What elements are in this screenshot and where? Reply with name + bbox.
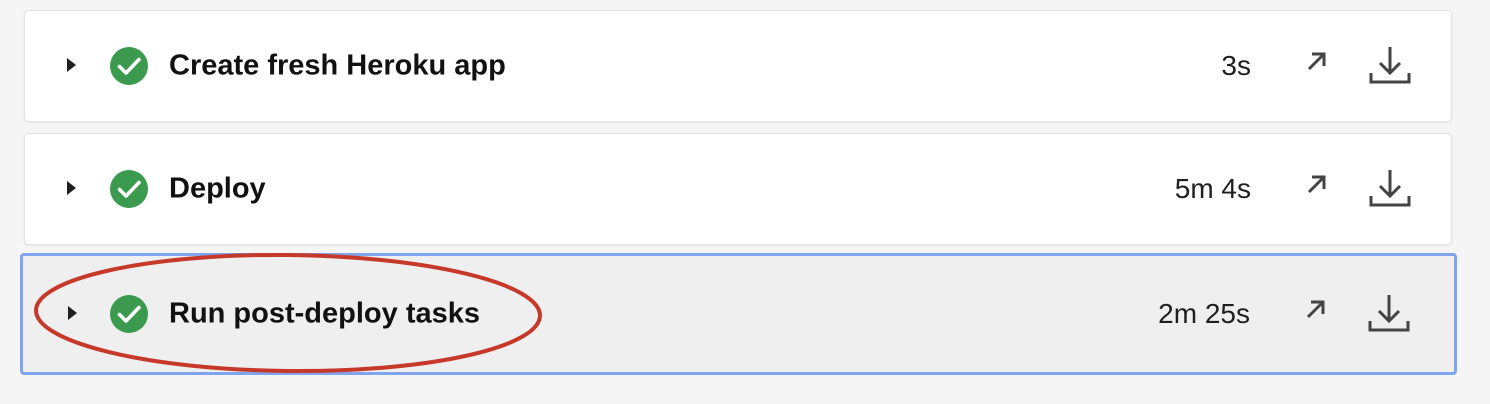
check-circle-icon bbox=[110, 170, 148, 208]
step-create-fresh-heroku-app[interactable]: Create fresh Heroku app 3s bbox=[24, 10, 1452, 122]
download-icon[interactable] bbox=[1366, 291, 1412, 337]
caret-right-icon[interactable] bbox=[67, 181, 76, 195]
step-deploy[interactable]: Deploy 5m 4s bbox=[24, 133, 1452, 245]
step-title: Create fresh Heroku app bbox=[169, 49, 506, 82]
caret-right-icon[interactable] bbox=[67, 58, 76, 72]
download-icon[interactable] bbox=[1367, 166, 1413, 212]
step-duration: 5m 4s bbox=[1174, 173, 1251, 204]
check-circle-icon bbox=[110, 295, 148, 333]
step-duration: 3s bbox=[1221, 50, 1251, 81]
arrow-up-right-icon[interactable] bbox=[1305, 174, 1327, 196]
step-title: Run post-deploy tasks bbox=[169, 297, 480, 330]
download-icon[interactable] bbox=[1367, 43, 1413, 89]
check-circle-icon bbox=[110, 47, 148, 85]
step-duration: 2m 25s bbox=[1158, 298, 1250, 329]
step-title: Deploy bbox=[169, 172, 266, 205]
caret-right-icon[interactable] bbox=[68, 306, 77, 320]
step-run-post-deploy-tasks[interactable]: Run post-deploy tasks 2m 25s bbox=[20, 253, 1457, 375]
arrow-up-right-icon[interactable] bbox=[1305, 51, 1327, 73]
arrow-up-right-icon[interactable] bbox=[1304, 299, 1326, 321]
